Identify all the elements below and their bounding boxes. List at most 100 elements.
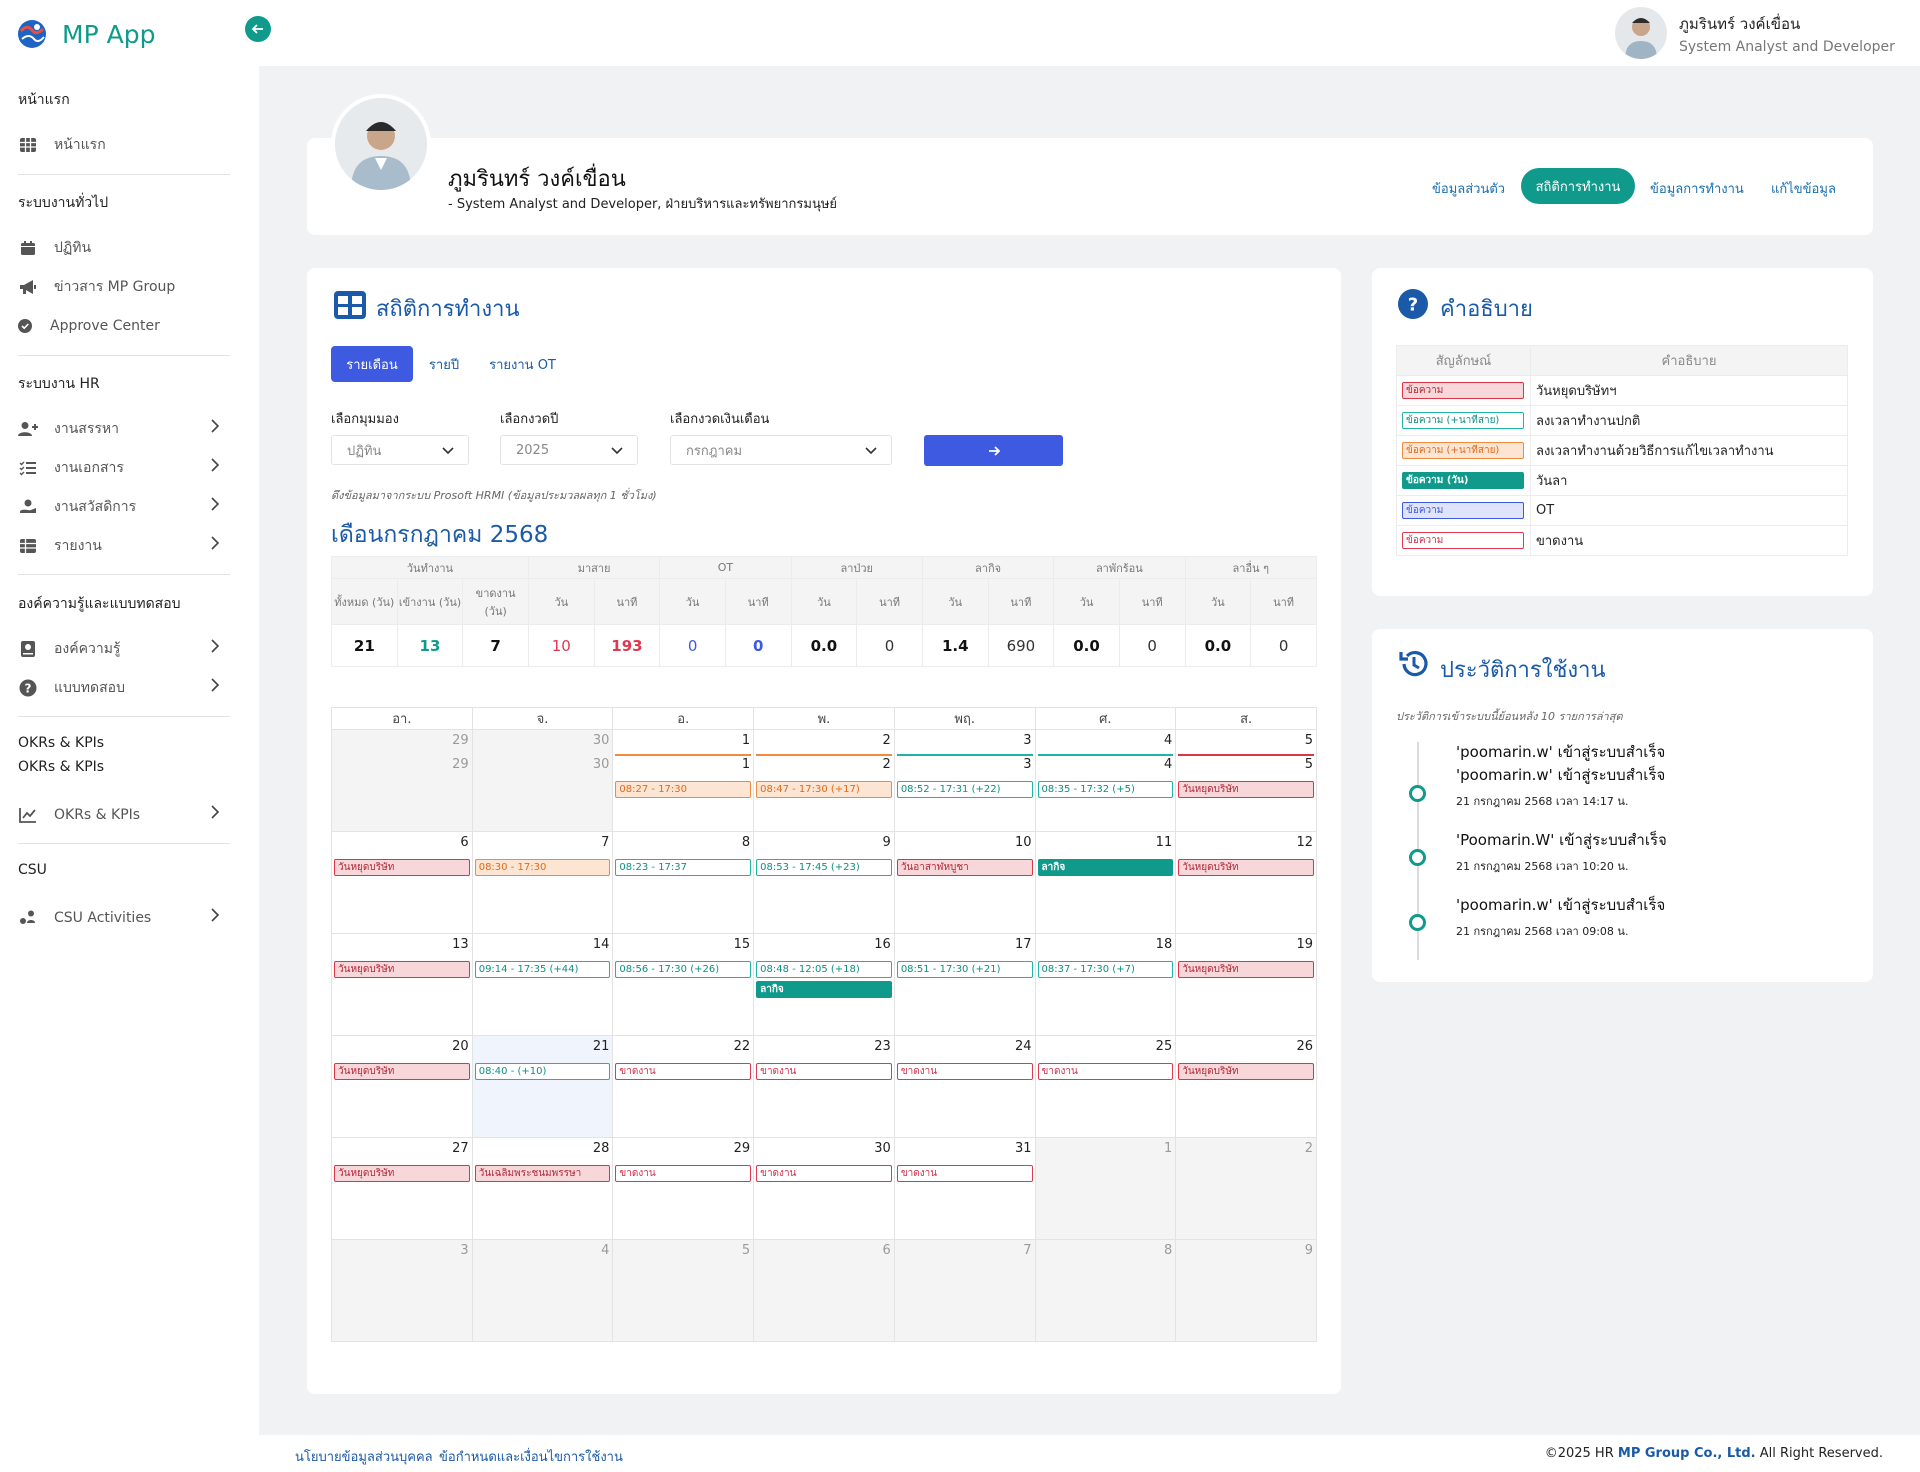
calendar-day-cell[interactable]: 9 08:53 - 17:45 (+23) (753, 831, 895, 934)
calendar-day-cell[interactable]: 31 ขาดงาน (893, 1137, 1036, 1240)
sidebar-item-recruitment[interactable]: งานสรรหา (18, 417, 228, 441)
calendar-event[interactable]: 08:53 - 17:45 (+23) (756, 859, 892, 876)
calendar-event[interactable]: วันหยุดบริษัท (334, 1165, 470, 1182)
calendar-day-cell[interactable]: 29 29 (331, 729, 473, 832)
calendar-day-cell[interactable]: 22 ขาดงาน (612, 1035, 755, 1138)
calendar-event[interactable]: วันอาสาฬหบูชา (896, 859, 1033, 876)
privacy-policy-link[interactable]: นโยบายข้อมูลส่วนบุคคล (295, 1446, 433, 1467)
calendar-event[interactable]: ขาดงาน (896, 1063, 1033, 1080)
calendar-day-cell[interactable]: 26 วันหยุดบริษัท (1175, 1035, 1317, 1138)
calendar-event[interactable]: 08:27 - 17:30 (615, 781, 752, 798)
calendar-day-cell[interactable]: 3 (331, 1239, 473, 1342)
calendar-day-cell[interactable]: 1 1 08:27 - 17:30 (612, 729, 755, 832)
calendar-event[interactable]: 08:51 - 17:30 (+21) (896, 961, 1033, 978)
calendar-event[interactable]: วันหยุดบริษัท (1178, 859, 1314, 876)
view-select[interactable]: ปฏิทิน (331, 435, 469, 465)
calendar-day-cell[interactable]: 6 (753, 1239, 895, 1342)
sidebar-item-quiz[interactable]: ? แบบทดสอบ (18, 676, 228, 700)
sidebar-item-csu-activities[interactable]: CSU Activities (18, 906, 228, 930)
calendar-event[interactable]: ขาดงาน (1037, 1063, 1174, 1080)
sidebar-item-welfare[interactable]: งานสวัสดิการ (18, 495, 228, 519)
calendar-event[interactable]: ขาดงาน (615, 1063, 752, 1080)
calendar-event[interactable]: วันหยุดบริษัท (334, 859, 470, 876)
calendar-day-cell[interactable]: 1 (1034, 1137, 1177, 1240)
sidebar-item-home[interactable]: หน้าแรก (18, 133, 228, 157)
submit-button[interactable] (924, 435, 1063, 466)
tab-personal-info[interactable]: ข้อมูลส่วนตัว (1432, 178, 1505, 199)
calendar-day-cell[interactable]: 27 วันหยุดบริษัท (331, 1137, 473, 1240)
calendar-event[interactable]: 08:35 - 17:32 (+5) (1037, 781, 1174, 798)
calendar-day-cell[interactable]: 14 09:14 - 17:35 (+44) (471, 933, 614, 1036)
sidebar-item-calendar[interactable]: ปฏิทิน (18, 236, 228, 260)
calendar-event[interactable]: วันเฉลิมพระชนมพรรษา (474, 1165, 611, 1182)
calendar-day-cell[interactable]: 3 3 08:52 - 17:31 (+22) (893, 729, 1036, 832)
calendar-day-cell[interactable]: 18 08:37 - 17:30 (+7) (1034, 933, 1177, 1036)
calendar-day-cell[interactable]: 6 วันหยุดบริษัท (331, 831, 473, 934)
calendar-event[interactable]: วันหยุดบริษัท (334, 961, 470, 978)
calendar-day-cell[interactable]: 30 30 (471, 729, 614, 832)
calendar-day-cell[interactable]: 28 วันเฉลิมพระชนมพรรษา (471, 1137, 614, 1240)
calendar-event[interactable]: ลากิจ (756, 981, 892, 998)
sidebar-item-documents[interactable]: งานเอกสาร (18, 456, 228, 480)
calendar-day-cell[interactable]: 25 ขาดงาน (1034, 1035, 1177, 1138)
calendar-day-cell[interactable]: 23 ขาดงาน (753, 1035, 895, 1138)
calendar-day-cell[interactable]: 7 08:30 - 17:30 (471, 831, 614, 934)
calendar-day-cell[interactable]: 12 วันหยุดบริษัท (1175, 831, 1317, 934)
tab-ot-report[interactable]: รายงาน OT (480, 346, 565, 382)
calendar-day-cell[interactable]: 2 (1175, 1137, 1317, 1240)
calendar-day-cell[interactable]: 7 (893, 1239, 1036, 1342)
calendar-event[interactable]: 08:30 - 17:30 (474, 859, 611, 876)
calendar-day-cell[interactable]: 13 วันหยุดบริษัท (331, 933, 473, 1036)
calendar-day-cell[interactable]: 29 ขาดงาน (612, 1137, 755, 1240)
tab-monthly[interactable]: รายเดือน (331, 346, 413, 382)
calendar-day-cell[interactable]: 17 08:51 - 17:30 (+21) (893, 933, 1036, 1036)
calendar-day-cell[interactable]: 4 4 08:35 - 17:32 (+5) (1034, 729, 1177, 832)
calendar-day-cell[interactable]: 5 5 วันหยุดบริษัท (1175, 729, 1317, 832)
calendar-day-cell[interactable]: 2 2 08:47 - 17:30 (+17) (753, 729, 895, 832)
tab-yearly[interactable]: รายปี (420, 346, 468, 382)
calendar-day-cell[interactable]: 20 วันหยุดบริษัท (331, 1035, 473, 1138)
tab-work-info[interactable]: ข้อมูลการทำงาน (1650, 178, 1744, 199)
user-menu[interactable]: ภูมรินทร์ วงค์เขื่อน System Analyst and … (1615, 7, 1895, 59)
calendar-day-cell[interactable]: 16 08:48 - 12:05 (+18) ลากิจ (753, 933, 895, 1036)
calendar-day-cell[interactable]: 9 (1175, 1239, 1317, 1342)
year-select[interactable]: 2025 (500, 435, 638, 465)
calendar-event[interactable]: 08:48 - 12:05 (+18) (756, 961, 892, 978)
calendar-event[interactable]: วันหยุดบริษัท (334, 1063, 470, 1080)
calendar-event[interactable]: 09:14 - 17:35 (+44) (474, 961, 611, 978)
sidebar-item-report[interactable]: รายงาน (18, 534, 228, 558)
sidebar-item-news[interactable]: ข่าวสาร MP Group (18, 275, 228, 299)
calendar-day-cell[interactable]: 30 ขาดงาน (753, 1137, 895, 1240)
calendar-event[interactable]: ขาดงาน (615, 1165, 752, 1182)
calendar-event[interactable]: วันหยุดบริษัท (1178, 961, 1314, 978)
calendar-event[interactable]: ขาดงาน (896, 1165, 1033, 1182)
calendar-day-cell[interactable]: 5 (612, 1239, 755, 1342)
brand[interactable]: MP App (16, 18, 155, 50)
calendar-event[interactable]: ลากิจ (1037, 859, 1174, 876)
calendar-event[interactable]: วันหยุดบริษัท (1178, 1063, 1314, 1080)
calendar-event[interactable]: ขาดงาน (756, 1165, 892, 1182)
calendar-day-cell[interactable]: 11 ลากิจ (1034, 831, 1177, 934)
calendar-event[interactable]: 08:47 - 17:30 (+17) (756, 781, 892, 798)
sidebar-item-okrs[interactable]: OKRs & KPIs (18, 803, 228, 827)
calendar-day-cell[interactable]: 8 (1034, 1239, 1177, 1342)
calendar-day-cell[interactable]: 24 ขาดงาน (893, 1035, 1036, 1138)
calendar-day-cell[interactable]: 19 วันหยุดบริษัท (1175, 933, 1317, 1036)
calendar-day-cell[interactable]: 4 (471, 1239, 614, 1342)
collapse-sidebar-button[interactable] (245, 16, 271, 42)
calendar-day-cell[interactable]: 8 08:23 - 17:37 (612, 831, 755, 934)
calendar-event[interactable]: 08:23 - 17:37 (615, 859, 752, 876)
terms-link[interactable]: ข้อกำหนดและเงื่อนไขการใช้งาน (439, 1446, 623, 1467)
calendar-day-cell[interactable]: 21 08:40 - (+10) (471, 1035, 614, 1138)
tab-edit-info[interactable]: แก้ไขข้อมูล (1771, 178, 1836, 199)
calendar-day-cell[interactable]: 10 วันอาสาฬหบูชา (893, 831, 1036, 934)
period-select[interactable]: กรกฎาคม (670, 435, 892, 465)
calendar-event[interactable]: ขาดงาน (756, 1063, 892, 1080)
calendar-event[interactable]: 08:40 - (+10) (474, 1063, 611, 1080)
calendar-event[interactable]: 08:52 - 17:31 (+22) (896, 781, 1033, 798)
calendar-day-cell[interactable]: 15 08:56 - 17:30 (+26) (612, 933, 755, 1036)
calendar-event[interactable]: 08:56 - 17:30 (+26) (615, 961, 752, 978)
tab-work-statistics[interactable]: สถิติการทำงาน (1521, 168, 1635, 204)
calendar-event[interactable]: วันหยุดบริษัท (1178, 781, 1314, 798)
sidebar-item-knowledge[interactable]: องค์ความรู้ (18, 637, 228, 661)
